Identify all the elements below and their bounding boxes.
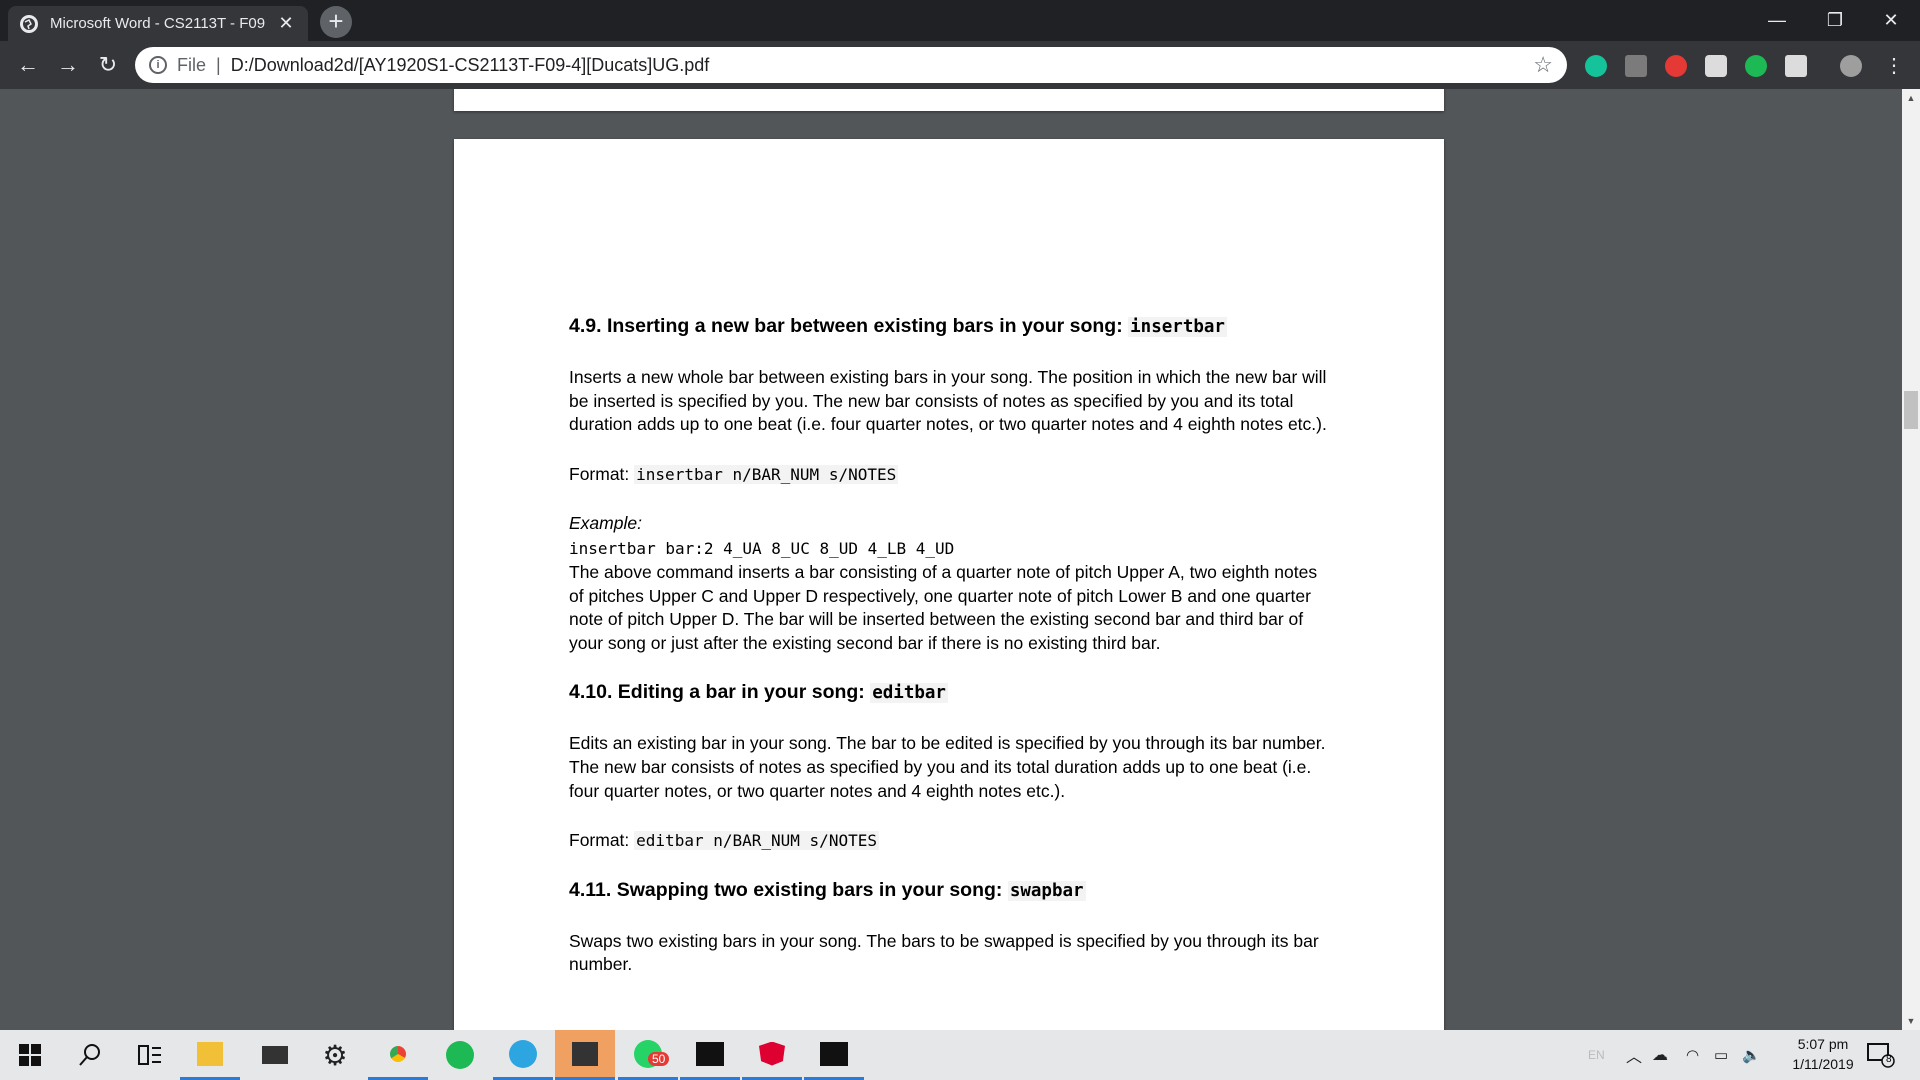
terminal-icon [696,1041,724,1066]
task-view-icon [138,1045,161,1065]
clock[interactable]: 5:07 pm 1/11/2019 [1768,1034,1878,1074]
gear-icon: ⚙ [322,1039,348,1071]
section-body: Edits an existing bar in your song. The … [569,733,1326,801]
format-line: Format: editbar n/BAR_NUM s/NOTES [569,830,879,851]
sticky-notes-button[interactable] [555,1030,615,1080]
back-button[interactable]: ← [12,49,44,81]
note-icon [572,1041,598,1066]
notification-badge: 50 [648,1051,670,1066]
section-heading-editbar: 4.10. Editing a bar in your song: editba… [569,681,948,704]
angular-icon [759,1041,785,1066]
spotify-button[interactable] [430,1030,490,1080]
reload-button[interactable]: ↻ [92,49,124,81]
telegram-icon [509,1039,537,1068]
battery-icon[interactable]: ▭ [1714,1030,1728,1080]
telegram-button[interactable] [493,1030,553,1080]
adblock-icon[interactable] [1665,55,1687,77]
windows-logo-icon [19,1044,41,1066]
mail-button[interactable] [245,1030,305,1080]
calculator-icon[interactable] [1785,55,1807,77]
scroll-down-icon[interactable]: ▼ [1902,1016,1920,1026]
new-tab-button[interactable]: + [320,6,352,38]
mail-icon [262,1046,288,1064]
extension-square-icon[interactable] [1625,55,1647,77]
browser-tab[interactable]: Microsoft Word - CS2113T - F09 ✕ [8,6,308,41]
tab-title: Microsoft Word - CS2113T - F09 [50,15,266,32]
format-line: Format: insertbar n/BAR_NUM s/NOTES [569,463,899,484]
address-separator: | [216,54,221,75]
chrome-button[interactable] [368,1030,428,1080]
notification-count: 8 [1886,1054,1892,1065]
globe-icon [20,14,38,33]
scrollbar-thumb[interactable] [1904,391,1918,429]
tab-close-icon[interactable]: ✕ [276,13,296,34]
start-button[interactable] [0,1030,60,1080]
minimize-button[interactable]: — [1748,0,1806,41]
photos-button[interactable] [804,1030,864,1080]
pdf-viewer[interactable]: 4.9. Inserting a new bar between existin… [0,89,1902,1030]
site-info-icon[interactable]: i [149,56,167,74]
terminal-button[interactable] [680,1030,740,1080]
previous-page [454,89,1444,111]
example-label: Example: [569,513,642,534]
whatsapp-button[interactable]: 50 [618,1030,678,1080]
profile-avatar[interactable] [1840,55,1862,77]
windows-taskbar: ⚙ 50 EN ︿ ☁ ◠ ▭ 🔈 5:07 pm 1/11/2019 8 [0,1030,1920,1080]
language-indicator[interactable]: EN [1588,1030,1605,1080]
close-window-button[interactable]: ✕ [1862,0,1920,41]
shield-icon[interactable] [1705,55,1727,77]
section-body: Inserts a new whole bar between existing… [569,367,1327,435]
address-bar[interactable]: i File | D:/Download2d/[AY1920S1-CS2113T… [135,47,1567,83]
task-view-button[interactable] [120,1030,180,1080]
vertical-scrollbar[interactable]: ▲ ▼ [1902,89,1920,1030]
action-center-button[interactable]: 8 [1866,1042,1896,1068]
browser-toolbar: ← → ↻ i File | D:/Download2d/[AY1920S1-C… [0,41,1920,89]
search-button[interactable] [60,1030,120,1080]
section-heading-swapbar: 4.11. Swapping two existing bars in your… [569,878,1086,901]
tab-strip: Microsoft Word - CS2113T - F09 ✕ + — ❐ ✕ [0,0,1920,41]
address-scheme: File [177,54,207,75]
grammarly-icon[interactable] [1585,55,1607,77]
angular-button[interactable] [742,1030,802,1080]
settings-button[interactable]: ⚙ [305,1030,365,1080]
spotify-icon [446,1041,474,1069]
onedrive-icon[interactable]: ☁ [1652,1030,1668,1080]
page-content: 4.9. Inserting a new bar between existin… [569,314,1329,977]
bookmark-star-icon[interactable]: ☆ [1533,52,1553,78]
menu-icon[interactable]: ⋮ [1878,49,1910,81]
show-hidden-icons-icon[interactable]: ︿ [1626,1030,1642,1080]
section-heading-insertbar: 4.9. Inserting a new bar between existin… [569,315,1227,337]
file-explorer-button[interactable] [180,1030,240,1080]
search-icon [79,1044,100,1066]
example-code: insertbar bar:2 4_UA 8_UC 8_UD 4_LB 4_UD [569,538,955,558]
image-icon [820,1041,848,1066]
clock-date: 1/11/2019 [1792,1056,1854,1072]
chrome-icon [384,1040,412,1068]
whatsapp-icon: 50 [634,1039,670,1068]
wifi-icon[interactable]: ◠ [1686,1030,1699,1080]
address-url[interactable]: D:/Download2d/[AY1920S1-CS2113T-F09-4][D… [231,55,1534,76]
scroll-up-icon[interactable]: ▲ [1902,93,1920,103]
example-description: The above command inserts a bar consisti… [569,561,1318,653]
green-dot-icon[interactable] [1745,55,1767,77]
restore-button[interactable]: ❐ [1806,0,1864,41]
section-body: Swaps two existing bars in your song. Th… [569,930,1319,975]
folder-icon [197,1041,223,1066]
pdf-page: 4.9. Inserting a new bar between existin… [454,139,1444,1030]
volume-icon[interactable]: 🔈 [1742,1030,1761,1080]
forward-button[interactable]: → [52,49,84,81]
clock-time: 5:07 pm [1797,1036,1849,1052]
